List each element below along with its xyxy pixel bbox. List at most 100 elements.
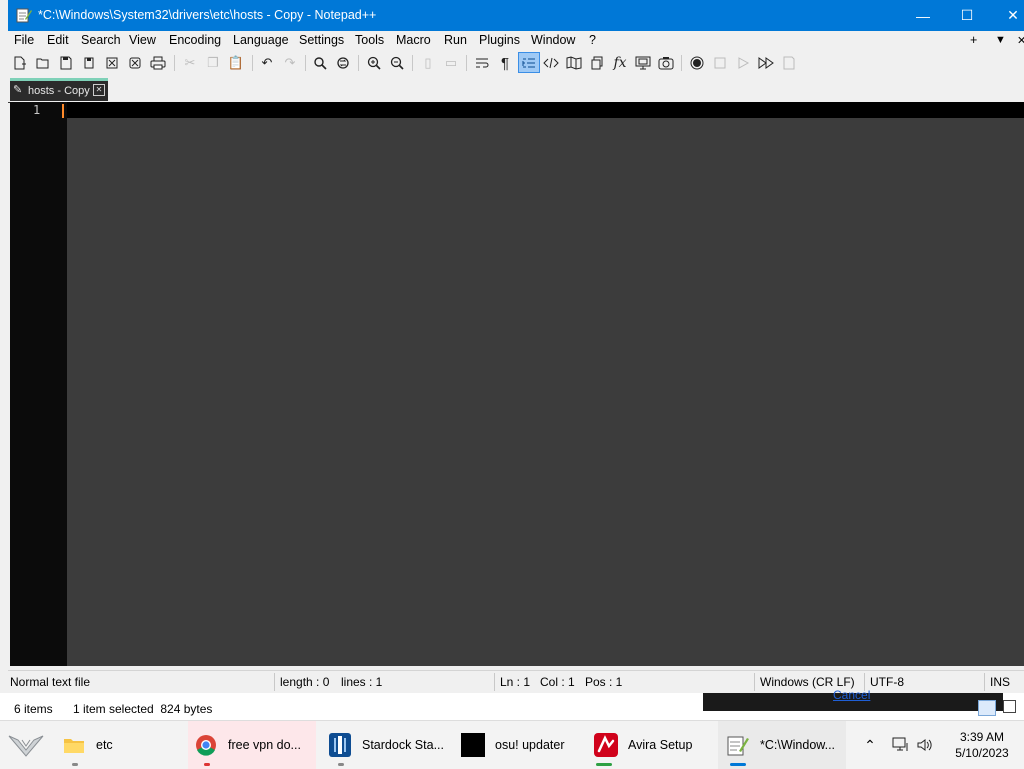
status-bar: Normal text file length : 0 lines : 1 Ln…: [8, 670, 1024, 693]
folder-icon: [62, 733, 86, 757]
undo-icon[interactable]: ↶: [257, 53, 277, 73]
new-file-icon[interactable]: [10, 53, 30, 73]
editor-area[interactable]: 1: [10, 102, 1024, 666]
close-all-icon[interactable]: [125, 53, 145, 73]
redo-icon[interactable]: ↷: [280, 53, 300, 73]
avira-icon: [594, 733, 618, 757]
start-logo-icon: [8, 735, 44, 757]
column-position-status: Col : 1: [540, 675, 575, 689]
large-icons-view-icon[interactable]: [1003, 700, 1016, 713]
menu-search[interactable]: Search: [81, 33, 121, 47]
insert-mode-status[interactable]: INS: [990, 675, 1010, 689]
new-tab-plus-icon[interactable]: +: [970, 33, 977, 47]
maximize-button[interactable]: ☐: [944, 0, 990, 31]
monitoring-icon[interactable]: [633, 53, 653, 73]
text-caret: [62, 104, 64, 118]
play-macro-icon[interactable]: [733, 53, 753, 73]
title-bar: *C:\Windows\System32\drivers\etc\hosts -…: [8, 0, 1024, 31]
taskbar-item-label: Stardock Sta...: [362, 738, 444, 752]
current-line-highlight: [67, 102, 1024, 118]
menu-run[interactable]: Run: [444, 33, 467, 47]
show-all-chars-icon[interactable]: ¶: [495, 53, 515, 73]
menu-edit[interactable]: Edit: [47, 33, 69, 47]
taskbar-item-etc[interactable]: etc: [62, 721, 182, 769]
paste-icon[interactable]: 📋: [226, 53, 246, 73]
save-macro-icon[interactable]: [779, 53, 799, 73]
menu-file[interactable]: File: [14, 33, 34, 47]
run-macro-multiple-icon[interactable]: [756, 53, 776, 73]
tab-close-icon[interactable]: ✕: [93, 84, 105, 96]
cancel-link[interactable]: Cancel: [833, 688, 870, 702]
save-all-icon[interactable]: [79, 53, 99, 73]
menu-view[interactable]: View: [129, 33, 156, 47]
close-window-button[interactable]: ✕: [990, 0, 1024, 31]
taskbar: etc free vpn do... Stardock Sta... osu! …: [0, 720, 1024, 769]
zoom-out-icon[interactable]: [387, 53, 407, 73]
tab-bar: ✎ hosts - Copy ✕: [8, 75, 1024, 103]
window-title: *C:\Windows\System32\drivers\etc\hosts -…: [38, 8, 377, 22]
taskbar-item-label: Avira Setup: [628, 738, 693, 752]
char-position-status: Pos : 1: [585, 675, 623, 689]
sync-horizontal-icon[interactable]: ▭: [441, 53, 461, 73]
network-icon[interactable]: [890, 721, 912, 769]
start-button[interactable]: [6, 721, 46, 769]
document-list-icon[interactable]: [587, 53, 607, 73]
line-number-gutter: 1: [10, 102, 67, 666]
open-file-icon[interactable]: [33, 53, 53, 73]
taskbar-item-label: osu! updater: [495, 738, 565, 752]
find-icon[interactable]: [310, 53, 330, 73]
taskbar-item-chrome[interactable]: free vpn do...: [188, 721, 316, 769]
word-wrap-icon[interactable]: [472, 53, 492, 73]
replace-icon[interactable]: [333, 53, 353, 73]
menu-language[interactable]: Language: [233, 33, 289, 47]
record-macro-icon[interactable]: [687, 53, 707, 73]
zoom-in-icon[interactable]: [364, 53, 384, 73]
show-hidden-icons-chevron-icon[interactable]: ⌃: [860, 721, 880, 769]
tab-list-dropdown-icon[interactable]: ▼: [995, 34, 1006, 46]
explorer-selection-info: 1 item selected 824 bytes: [73, 702, 213, 716]
minimize-button[interactable]: —: [900, 0, 946, 31]
sync-vertical-icon[interactable]: ▯: [418, 53, 438, 73]
taskbar-item-label: *C:\Window...: [760, 738, 836, 752]
file-type-status: Normal text file: [10, 675, 91, 689]
menu-window[interactable]: Window: [531, 33, 575, 47]
stop-macro-icon[interactable]: [710, 53, 730, 73]
encoding-status[interactable]: UTF-8: [870, 675, 904, 689]
length-status: length : 0: [280, 675, 330, 689]
cut-icon[interactable]: ✂: [180, 53, 200, 73]
menu-encoding[interactable]: Encoding: [169, 33, 221, 47]
menu-settings[interactable]: Settings: [299, 33, 344, 47]
osu-updater-icon: [461, 733, 485, 757]
taskbar-item-osu-updater[interactable]: osu! updater: [461, 721, 586, 769]
tab-label: hosts - Copy: [28, 85, 90, 97]
taskbar-item-stardock[interactable]: Stardock Sta...: [328, 721, 448, 769]
folder-as-workspace-icon[interactable]: [656, 53, 676, 73]
taskbar-item-avira-setup[interactable]: Avira Setup: [594, 721, 714, 769]
explorer-item-count: 6 items: [14, 702, 53, 716]
menu-tools[interactable]: Tools: [355, 33, 384, 47]
xml-tag-icon[interactable]: [541, 53, 561, 73]
function-list-icon[interactable]: fx: [610, 53, 630, 73]
indent-guide-icon[interactable]: [518, 52, 540, 73]
eol-format-status[interactable]: Windows (CR LF): [760, 675, 855, 689]
volume-icon[interactable]: [914, 721, 936, 769]
save-icon[interactable]: [56, 53, 76, 73]
menu-bar: File Edit Search View Encoding Language …: [8, 31, 1024, 51]
pencil-edit-icon: ✎: [13, 84, 23, 96]
clock[interactable]: 3:39 AM 5/10/2023: [944, 729, 1020, 761]
dialog-fragment: Cancel: [703, 688, 1003, 711]
stardock-icon: [328, 733, 352, 757]
tab-hosts-copy[interactable]: ✎ hosts - Copy ✕: [10, 78, 108, 101]
close-document-icon[interactable]: ✕: [1017, 34, 1024, 47]
taskbar-item-notepadpp[interactable]: *C:\Window...: [718, 721, 846, 769]
copy-icon[interactable]: ❐: [203, 53, 223, 73]
menu-help[interactable]: ?: [589, 33, 596, 47]
document-map-icon[interactable]: [564, 53, 584, 73]
close-icon[interactable]: [102, 53, 122, 73]
details-view-icon[interactable]: [978, 700, 996, 716]
lines-status: lines : 1: [341, 675, 383, 689]
explorer-status-bar: 6 items 1 item selected 824 bytes Cancel: [0, 688, 1024, 720]
menu-plugins[interactable]: Plugins: [479, 33, 520, 47]
print-icon[interactable]: [148, 53, 168, 73]
menu-macro[interactable]: Macro: [396, 33, 431, 47]
